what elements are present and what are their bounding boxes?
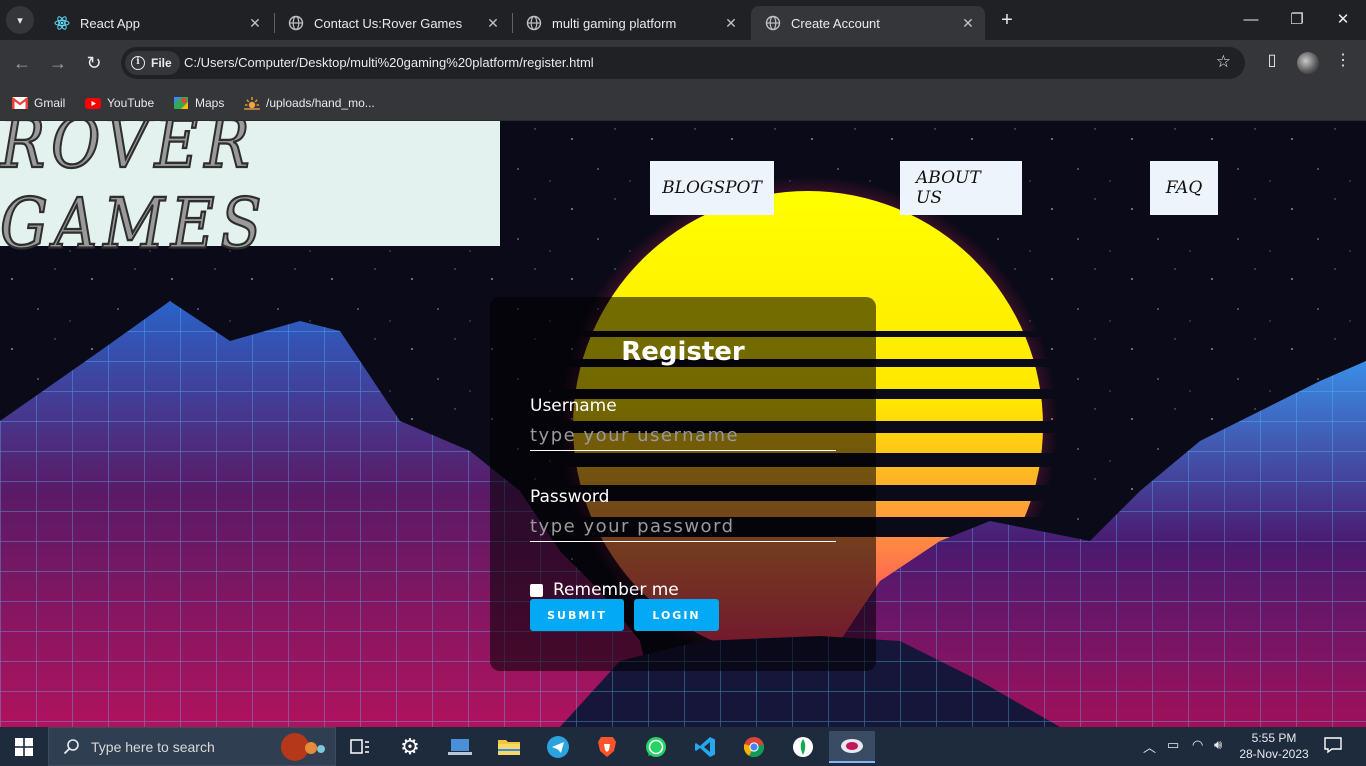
remember-label: Remember me (553, 580, 679, 600)
bookmark-youtube[interactable]: YouTube (85, 93, 154, 113)
back-button[interactable]: ← (8, 50, 36, 76)
register-form: Register Username Password Remember me S… (490, 297, 876, 671)
search-placeholder: Type here to search (91, 738, 215, 755)
page-viewport: ROVER GAMES BLOGSPOT ABOUT US FAQ Regist… (0, 121, 1366, 727)
globe-icon (765, 15, 781, 31)
mongodb-icon[interactable] (783, 731, 823, 763)
task-view-icon[interactable] (340, 731, 380, 763)
laptop-icon[interactable] (440, 731, 480, 763)
bookmark-gmail[interactable]: Gmail (11, 93, 66, 113)
remember-me[interactable]: Remember me (530, 580, 679, 600)
username-input[interactable] (530, 421, 836, 451)
close-icon[interactable]: ✕ (959, 15, 977, 32)
maps-icon (173, 96, 189, 110)
telegram-icon[interactable] (538, 731, 578, 763)
vscode-icon[interactable] (685, 731, 725, 763)
arrow-right-icon: → (49, 53, 67, 73)
info-icon: i (131, 56, 145, 70)
password-label: Password (530, 487, 610, 507)
globe-icon (526, 15, 542, 31)
more-menu-icon[interactable]: ⋮ (1331, 50, 1355, 70)
nav-faq[interactable]: FAQ (1150, 161, 1218, 215)
battery-icon[interactable]: ▭ (1167, 737, 1179, 753)
form-title: Register (621, 337, 745, 367)
react-icon (54, 15, 70, 31)
youtube-icon (85, 96, 101, 110)
profile-avatar[interactable] (1297, 52, 1319, 74)
bookmark-uploads[interactable]: /uploads/hand_mo... (244, 93, 375, 113)
close-icon: ✕ (1336, 11, 1350, 28)
globe-icon (288, 15, 304, 31)
nav-about-us[interactable]: ABOUT US (900, 161, 1022, 215)
side-panel-icon[interactable]: ▯ (1260, 50, 1284, 70)
windows-logo-icon (15, 737, 33, 756)
tab-create-account[interactable]: Create Account ✕ (751, 6, 985, 40)
url-text[interactable]: C:/Users/Computer/Desktop/multi%20gaming… (184, 55, 594, 70)
address-bar[interactable]: i File C:/Users/Computer/Desktop/multi%2… (121, 47, 1245, 79)
search-highlight-icon (281, 732, 325, 761)
chevron-down-icon: ▾ (17, 14, 23, 27)
nav-blogspot[interactable]: BLOGSPOT (650, 161, 774, 215)
tab-react-app[interactable]: React App ✕ (40, 6, 272, 40)
bookmark-maps[interactable]: Maps (173, 93, 224, 113)
tab-title: Create Account (791, 15, 880, 31)
whatsapp-icon[interactable] (636, 731, 676, 763)
new-tab-button[interactable]: + (996, 8, 1018, 32)
notifications-icon[interactable] (1324, 736, 1342, 757)
clock-time: 5:55 PM (1251, 731, 1297, 745)
site-logo[interactable]: ROVER GAMES (0, 121, 500, 265)
arrow-left-icon: ← (13, 53, 31, 73)
bookmark-label: /uploads/hand_mo... (266, 96, 375, 110)
bookmark-label: Maps (195, 96, 225, 110)
password-input[interactable] (530, 512, 836, 542)
close-icon[interactable]: ✕ (246, 15, 264, 32)
bookmark-star-icon[interactable]: ☆ (1216, 52, 1231, 72)
logo-text: ROVER GAMES (0, 121, 268, 265)
bookmarks-bar: Gmail YouTube Maps /uploads/hand_mo... (0, 86, 1366, 121)
bookmark-label: Gmail (34, 96, 66, 110)
close-window-button[interactable]: ✕ (1320, 6, 1366, 34)
taskbar-search[interactable]: Type here to search (48, 727, 336, 766)
close-icon[interactable]: ✕ (722, 15, 740, 32)
site-info-chip[interactable]: i File (125, 51, 180, 75)
settings-icon[interactable]: ⚙ (390, 731, 430, 763)
gmail-icon (11, 96, 29, 110)
reload-button[interactable]: ↻ (80, 50, 108, 76)
system-clock[interactable]: 5:55 PM 28-Nov-2023 (1236, 730, 1312, 762)
tab-strip: ▾ React App ✕ Contact Us:Rover Games ✕ m… (0, 0, 1366, 40)
remember-checkbox[interactable] (530, 583, 543, 597)
clock-date: 28-Nov-2023 (1239, 747, 1309, 761)
tab-title: Contact Us:Rover Games (314, 15, 463, 31)
tab-title: multi gaming platform (552, 15, 677, 31)
submit-button[interactable]: SUBMIT (530, 599, 624, 631)
wifi-icon[interactable]: ◠ (1192, 737, 1203, 753)
volume-icon[interactable]: 🔊︎ (1214, 737, 1222, 753)
tab-title: React App (80, 15, 140, 31)
bookmark-label: YouTube (107, 96, 155, 110)
forward-button[interactable]: → (44, 50, 72, 76)
app-icon[interactable] (829, 731, 875, 763)
brave-icon[interactable] (587, 731, 627, 763)
username-label: Username (530, 396, 617, 416)
close-icon[interactable]: ✕ (484, 15, 502, 32)
minimize-icon: — (1243, 11, 1259, 28)
restore-icon: ❐ (1290, 11, 1304, 28)
minimize-button[interactable]: — (1228, 6, 1274, 34)
tab-contact-us[interactable]: Contact Us:Rover Games ✕ (274, 6, 510, 40)
chevron-up-icon[interactable]: ︿ (1143, 737, 1156, 756)
site-chip-label: File (151, 56, 172, 70)
restore-button[interactable]: ❐ (1274, 6, 1320, 34)
tab-multi-gaming-platform[interactable]: multi gaming platform ✕ (512, 6, 748, 40)
start-button[interactable] (0, 727, 48, 766)
plus-icon: + (1001, 9, 1013, 31)
browser-toolbar: ← → ↻ i File C:/Users/Computer/Desktop/m… (0, 40, 1366, 86)
windows-taskbar: Type here to search ⚙ ︿ ▭ ◠ 🔊︎ 5:55 PM 2… (0, 727, 1366, 766)
tab-search-button[interactable]: ▾ (6, 6, 34, 34)
login-button[interactable]: LOGIN (634, 599, 719, 631)
sun-icon (244, 96, 260, 110)
reload-icon: ↻ (86, 53, 102, 73)
chrome-icon[interactable] (734, 731, 774, 763)
search-icon (63, 738, 79, 754)
file-explorer-icon[interactable] (489, 731, 529, 763)
